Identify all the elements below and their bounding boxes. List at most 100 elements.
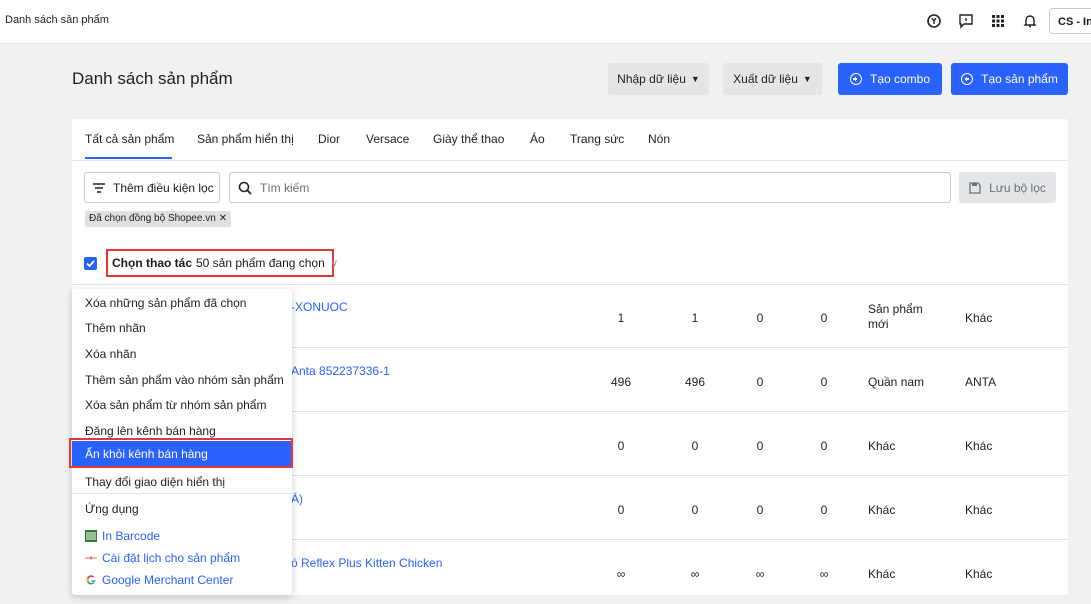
save-filter-button[interactable]: Lưu bộ lọc xyxy=(959,172,1056,203)
product-type-cell: Quần nam xyxy=(868,375,925,389)
create-combo-button[interactable]: Tạo combo xyxy=(838,63,942,95)
app-barcode-label: In Barcode xyxy=(102,529,161,543)
bulk-action-label: Chọn thao tác xyxy=(112,256,192,270)
brand-cell: Khác xyxy=(965,503,993,517)
chat-icon[interactable] xyxy=(957,12,975,30)
add-filter-label: Thêm điều kiện lọc xyxy=(113,180,214,195)
plus-circle-icon xyxy=(849,73,862,85)
tab-bar: Tất cả sản phẩm Sản phẩm hiển thị Dior V… xyxy=(72,119,1068,161)
menu-item-add-to-group[interactable]: Thêm sản phẩm vào nhóm sản phẩm xyxy=(85,373,284,387)
menu-item-change-theme[interactable]: Thay đổi giao diện hiển thị xyxy=(85,475,225,489)
brand-cell: ANTA xyxy=(965,375,997,389)
quantity-cell: 0 xyxy=(820,439,828,453)
quantity-cell: 0 xyxy=(691,503,699,517)
chevron-down-icon: ▼ xyxy=(802,74,812,84)
apps-grid-icon[interactable] xyxy=(989,12,1007,30)
filter-chip[interactable]: Đã chọn đồng bộ Shopee.vn ✕ xyxy=(85,211,232,227)
product-name-link[interactable]: -XONUOC xyxy=(291,300,348,314)
create-product-label: Tạo sản phẩm xyxy=(981,72,1058,86)
product-type-cell: Khác xyxy=(868,503,896,517)
quantity-cell: 496 xyxy=(684,375,706,389)
filter-chip-label: Đã chọn đồng bộ Shopee.vn xyxy=(89,213,216,224)
google-icon xyxy=(85,574,97,586)
store-switcher-button[interactable]: CS - Int xyxy=(1049,8,1091,34)
app-google-merchant-link[interactable]: Google Merchant Center xyxy=(85,573,233,587)
product-type-cell: Khác xyxy=(868,567,896,581)
tab-hats[interactable]: Nón xyxy=(648,132,670,146)
active-tab-indicator xyxy=(85,157,172,159)
quantity-cell: 0 xyxy=(691,439,699,453)
menu-item-add-tag[interactable]: Thêm nhãn xyxy=(85,321,146,335)
schedule-icon xyxy=(85,552,97,564)
barcode-icon xyxy=(85,530,97,542)
support-icon[interactable] xyxy=(925,12,943,30)
quantity-cell: ∞ xyxy=(616,567,626,581)
create-combo-label: Tạo combo xyxy=(869,72,931,86)
menu-item-delete-selected[interactable]: Xóa những sản phẩm đã chọn xyxy=(85,296,246,310)
search-input[interactable] xyxy=(258,179,912,196)
selected-count-text: 50 sản phẩm đang chọn xyxy=(196,256,325,270)
filter-icon xyxy=(93,182,105,193)
quantity-cell: 496 xyxy=(610,375,632,389)
tab-visible-products[interactable]: Sản phẩm hiển thị xyxy=(197,132,294,146)
product-type-cell: Khác xyxy=(868,439,896,453)
tab-shirts[interactable]: Áo xyxy=(530,132,545,146)
chevron-down-icon: ▼ xyxy=(690,74,700,84)
chevron-down-icon: ∨ xyxy=(330,257,339,269)
app-barcode-link[interactable]: In Barcode xyxy=(85,529,160,543)
page-title: Danh sách sản phẩm xyxy=(72,69,233,88)
brand-cell: Khác xyxy=(965,439,993,453)
import-label: Nhập dữ liệu xyxy=(617,72,686,86)
checkmark-icon xyxy=(86,260,95,268)
quantity-cell: 0 xyxy=(756,439,764,453)
search-box[interactable] xyxy=(229,172,951,203)
product-name-link[interactable]: Á) xyxy=(291,492,303,506)
bell-icon[interactable] xyxy=(1021,12,1039,30)
add-filter-button[interactable]: Thêm điều kiện lọc xyxy=(84,172,220,203)
bulk-action-dropdown[interactable]: Chọn thao tác 50 sản phẩm đang chọn ∨ xyxy=(106,249,338,277)
product-name-link[interactable]: Anta 852237336-1 xyxy=(291,364,390,378)
product-name-link[interactable]: ó Reflex Plus Kitten Chicken xyxy=(291,556,442,570)
quantity-cell: 0 xyxy=(617,503,625,517)
menu-item-publish-channel[interactable]: Đăng lên kênh bán hàng xyxy=(85,424,216,438)
plus-circle-icon xyxy=(961,73,974,85)
search-icon xyxy=(238,181,252,195)
close-icon[interactable]: ✕ xyxy=(219,213,227,224)
quantity-cell: ∞ xyxy=(819,567,829,581)
app-schedule-label: Cài đặt lịch cho sản phẩm xyxy=(102,551,241,565)
top-bar: Danh sách sản phẩm CS - Int xyxy=(0,0,1091,44)
create-product-button[interactable]: Tạo sản phẩm xyxy=(951,63,1068,95)
menu-item-remove-tag[interactable]: Xóa nhãn xyxy=(85,347,136,361)
tab-jewelry[interactable]: Trang sức xyxy=(570,132,624,146)
tab-versace[interactable]: Versace xyxy=(366,132,409,146)
quantity-cell: 1 xyxy=(691,311,699,325)
quantity-cell: 0 xyxy=(820,375,828,389)
quantity-cell: ∞ xyxy=(690,567,700,581)
product-type-cell-line2: mới xyxy=(868,317,889,331)
app-google-merchant-label: Google Merchant Center xyxy=(102,573,234,587)
select-all-checkbox[interactable] xyxy=(84,257,97,270)
app-schedule-link[interactable]: Cài đặt lịch cho sản phẩm xyxy=(85,551,240,565)
save-icon xyxy=(969,181,981,194)
tab-sneakers[interactable]: Giày thể thao xyxy=(433,132,504,146)
import-button[interactable]: Nhập dữ liệu ▼ xyxy=(608,63,709,95)
quantity-cell: 0 xyxy=(617,439,625,453)
highlight-box xyxy=(69,438,293,468)
quantity-cell: 0 xyxy=(756,375,764,389)
tab-all-products[interactable]: Tất cả sản phẩm xyxy=(85,132,174,146)
quantity-cell: ∞ xyxy=(755,567,765,581)
product-type-cell: Sản phẩm xyxy=(868,302,923,316)
tab-dior[interactable]: Dior xyxy=(318,132,340,146)
quantity-cell: 0 xyxy=(820,503,828,517)
export-label: Xuất dữ liệu xyxy=(733,72,798,86)
menu-item-remove-from-group[interactable]: Xóa sản phẩm từ nhóm sản phẩm xyxy=(85,398,266,412)
breadcrumb: Danh sách sản phẩm xyxy=(5,14,109,26)
export-button[interactable]: Xuất dữ liệu ▼ xyxy=(723,63,822,95)
bulk-action-menu: Xóa những sản phẩm đã chọn Thêm nhãn Xóa… xyxy=(69,289,293,595)
save-filter-label: Lưu bộ lọc xyxy=(989,180,1046,195)
menu-divider xyxy=(72,493,292,494)
apps-header: Ứng dụng xyxy=(85,502,139,516)
quantity-cell: 0 xyxy=(820,311,828,325)
quantity-cell: 0 xyxy=(756,503,764,517)
quantity-cell: 0 xyxy=(756,311,764,325)
